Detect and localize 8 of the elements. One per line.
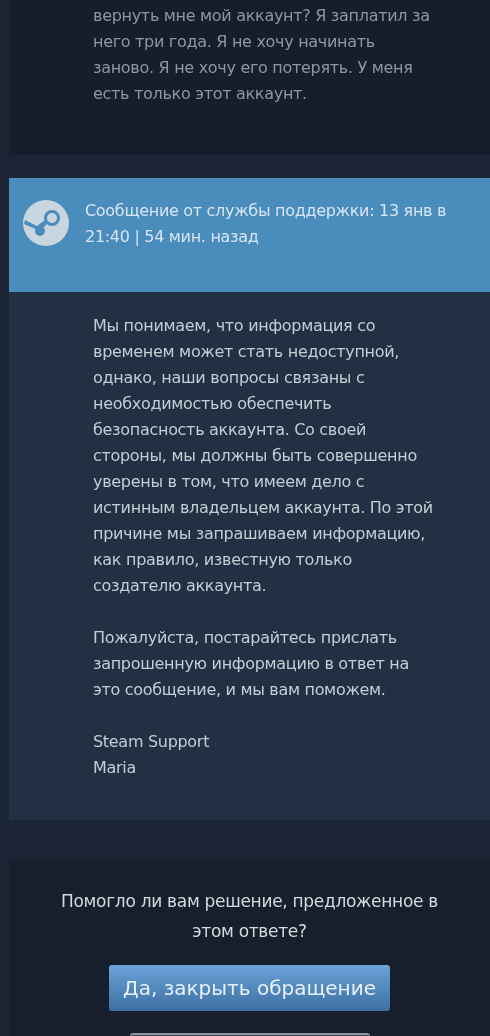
- steam-logo-icon: [23, 200, 69, 246]
- message-text: Пожалуйста, постарайтесь прислать запрошенную информацию в ответ на это сообщение, и мы вам поможем.: [93, 627, 411, 701]
- message-text: Steam Support Maria: [93, 731, 211, 779]
- close-ticket-button[interactable]: Да, закрыть обращение: [109, 965, 390, 1011]
- message-text: вернуть мне мой аккаунт? Я заплатил за него три года. Я не хочу начинать заново. Я не хочу его потерять. У меня есть только этот аккаунт.: [93, 5, 431, 105]
- message-text: Мы понимаем, что информация со временем может стать недоступной, однако, наши вопросы связаны с необходимостью обеспечить безопасность аккаунта. Со своей стороны, мы должны быть совершенно уверены в том, что имеем дело с истинным владельцем аккаунта. По этой причине мы запрашиваем информацию, как правило, известную только создателю аккаунта.: [93, 315, 434, 597]
- message-header-text: Сообщение от службы поддержки: 13 янв в 21:40 | 54 мин. назад: [85, 200, 447, 248]
- feedback-question: Помогло ли вам решение, предложенное в этом ответе?: [61, 890, 438, 943]
